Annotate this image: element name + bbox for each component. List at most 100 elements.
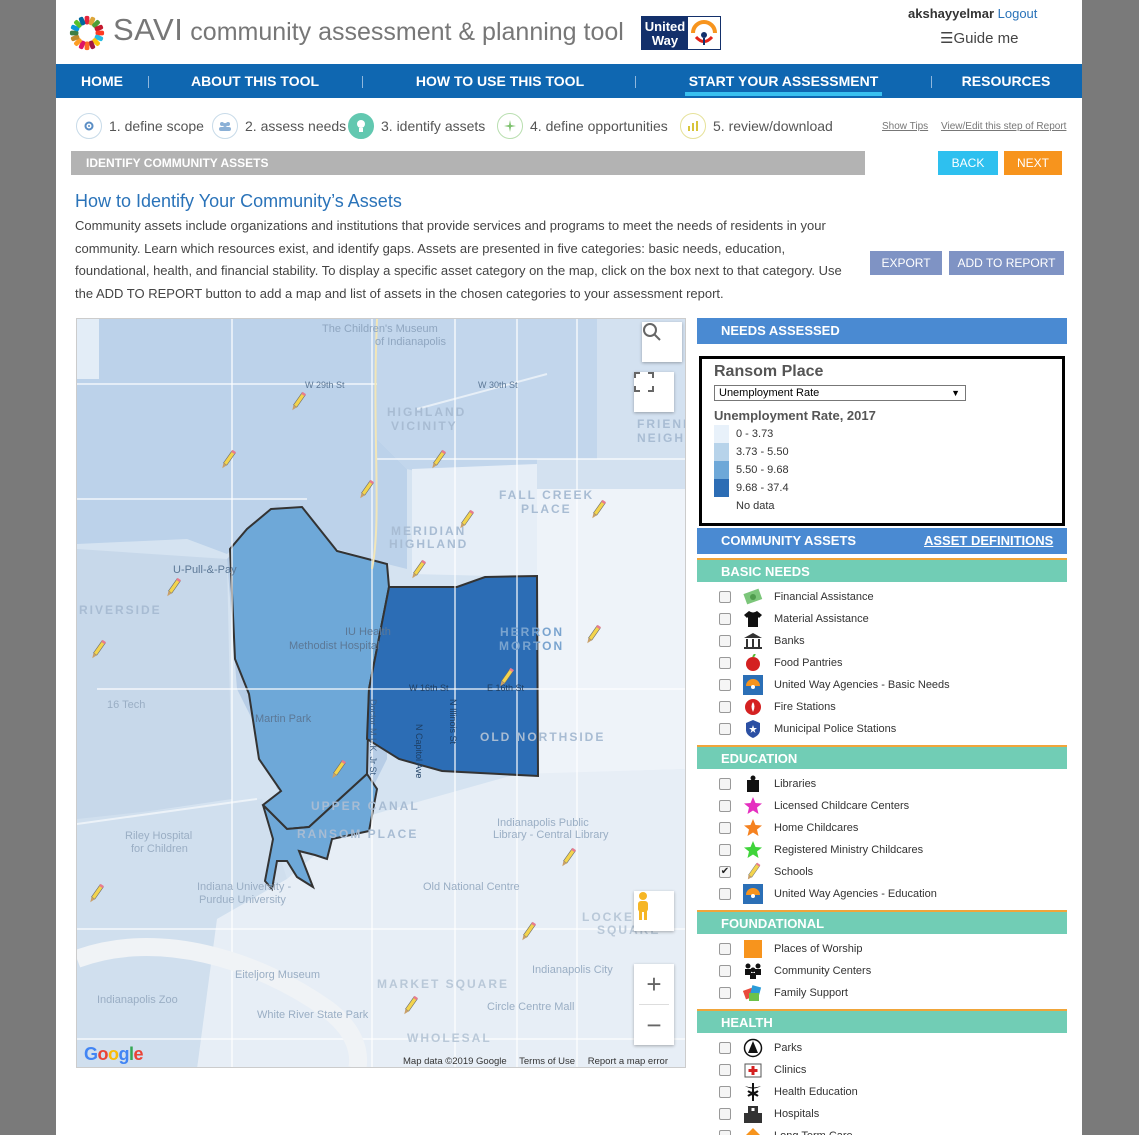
nav-resources[interactable]: RESOURCES: [960, 64, 1052, 98]
step-assess-needs[interactable]: 2. assess needs: [212, 113, 346, 139]
map-search-button[interactable]: [642, 322, 682, 362]
asset-checkbox[interactable]: [719, 1042, 731, 1054]
step-define-opportunities[interactable]: 4. define opportunities: [497, 113, 668, 139]
school-pencil-icon[interactable]: [427, 449, 449, 471]
asset-checkbox[interactable]: [719, 1086, 731, 1098]
school-pencil-icon[interactable]: [517, 921, 539, 943]
school-pencil-icon[interactable]: [495, 667, 517, 689]
asset-item[interactable]: Family Support: [719, 982, 848, 1004]
asset-checkbox[interactable]: [719, 679, 731, 691]
asset-item[interactable]: Material Assistance: [719, 608, 869, 630]
indicator-select-value: Unemployment Rate: [719, 387, 820, 399]
next-button[interactable]: NEXT: [1004, 151, 1062, 175]
united-way-logo[interactable]: United Way: [641, 16, 721, 50]
asset-checkbox[interactable]: [719, 778, 731, 790]
show-tips-link[interactable]: Show Tips: [882, 121, 928, 132]
school-pencil-icon[interactable]: [355, 479, 377, 501]
asset-item[interactable]: Hospitals: [719, 1103, 819, 1125]
asset-item[interactable]: ✔ Schools: [719, 861, 813, 883]
asset-item[interactable]: Banks: [719, 630, 805, 652]
zoom-control: + −: [634, 964, 674, 1045]
asset-item[interactable]: United Way Agencies - Education: [719, 883, 937, 905]
school-pencil-icon[interactable]: [327, 759, 349, 781]
step-identify-assets[interactable]: 3. identify assets: [348, 113, 485, 139]
asset-checkbox[interactable]: [719, 844, 731, 856]
asset-item[interactable]: Community Centers: [719, 960, 871, 982]
asset-item[interactable]: Food Pantries: [719, 652, 842, 674]
terms-of-use-link[interactable]: Terms of Use: [519, 1056, 575, 1067]
asset-checkbox[interactable]: [719, 1108, 731, 1120]
report-map-error-link[interactable]: Report a map error: [588, 1056, 668, 1067]
school-pencil-icon[interactable]: [455, 509, 477, 531]
nav-how-to-use[interactable]: HOW TO USE THIS TOOL: [408, 64, 592, 98]
export-button[interactable]: EXPORT: [870, 251, 942, 275]
school-pencil-icon[interactable]: [87, 639, 109, 661]
school-pencil-icon[interactable]: [287, 391, 309, 413]
site-title[interactable]: SAVI community assessment & planning too…: [113, 12, 624, 48]
asset-item[interactable]: Places of Worship: [719, 938, 862, 960]
asset-item[interactable]: Fire Stations: [719, 696, 836, 718]
indicator-select[interactable]: Unemployment Rate ▼: [714, 385, 966, 401]
school-pencil-icon[interactable]: [85, 883, 107, 905]
asset-item[interactable]: Health Education: [719, 1081, 858, 1103]
asset-item[interactable]: Municipal Police Stations: [719, 718, 896, 740]
asset-label: Financial Assistance: [774, 591, 874, 603]
worship-icon: [743, 939, 763, 959]
asset-checkbox[interactable]: [719, 613, 731, 625]
view-edit-report-link[interactable]: View/Edit this step of Report: [941, 121, 1066, 132]
school-pencil-icon[interactable]: [162, 577, 184, 599]
school-pencil-icon[interactable]: [217, 449, 239, 471]
legend-label: 3.73 - 5.50: [736, 446, 789, 458]
asset-checkbox[interactable]: ✔: [719, 866, 731, 878]
legend-place-name: Ransom Place: [714, 363, 824, 380]
zoom-in-button[interactable]: +: [634, 964, 674, 1004]
step-define-scope[interactable]: 1. define scope: [76, 113, 204, 139]
add-to-report-button[interactable]: ADD TO REPORT: [949, 251, 1064, 275]
asset-checkbox[interactable]: [719, 800, 731, 812]
school-pencil-icon[interactable]: [557, 847, 579, 869]
page: SAVI community assessment & planning too…: [56, 0, 1082, 1135]
fullscreen-button[interactable]: [634, 372, 674, 412]
nav-about[interactable]: ABOUT THIS TOOL: [186, 64, 324, 98]
asset-item[interactable]: Clinics: [719, 1059, 806, 1081]
asset-checkbox[interactable]: [719, 657, 731, 669]
united-way-mark-icon: [688, 17, 720, 49]
asset-item[interactable]: Home Childcares: [719, 817, 858, 839]
zoom-out-button[interactable]: −: [634, 1005, 674, 1045]
asset-item[interactable]: United Way Agencies - Basic Needs: [719, 674, 950, 696]
asset-item[interactable]: Parks: [719, 1037, 802, 1059]
legend-row: 9.68 - 37.4: [714, 479, 789, 497]
report-icon: [680, 113, 706, 139]
asset-item[interactable]: Libraries: [719, 773, 816, 795]
asset-checkbox[interactable]: [719, 1130, 731, 1135]
asset-item[interactable]: Financial Assistance: [719, 586, 874, 608]
asset-checkbox[interactable]: [719, 943, 731, 955]
caduceus-icon: [743, 1082, 763, 1102]
asset-definitions-link[interactable]: ASSET DEFINITIONS: [924, 528, 1053, 554]
asset-checkbox[interactable]: [719, 591, 731, 603]
user-area: akshayyelmar Logout: [908, 6, 1037, 21]
logout-link[interactable]: Logout: [998, 6, 1038, 21]
map-canvas[interactable]: [77, 319, 686, 1068]
school-pencil-icon[interactable]: [399, 995, 421, 1017]
school-pencil-icon[interactable]: [587, 499, 609, 521]
nav-home[interactable]: HOME: [66, 64, 138, 98]
step-review-download[interactable]: 5. review/download: [680, 113, 833, 139]
back-button[interactable]: BACK: [938, 151, 998, 175]
school-pencil-icon[interactable]: [582, 624, 604, 646]
asset-checkbox[interactable]: [719, 1064, 731, 1076]
map[interactable]: The Children's Museum of Indianapolis HI…: [76, 318, 686, 1068]
guide-me-link[interactable]: ☰Guide me: [940, 29, 1018, 47]
asset-item[interactable]: Registered Ministry Childcares: [719, 839, 923, 861]
asset-checkbox[interactable]: [719, 822, 731, 834]
asset-item[interactable]: Long Term Care: [719, 1125, 853, 1135]
asset-checkbox[interactable]: [719, 723, 731, 735]
asset-item[interactable]: Licensed Childcare Centers: [719, 795, 909, 817]
asset-checkbox[interactable]: [719, 965, 731, 977]
street-view-pegman[interactable]: [634, 891, 674, 931]
asset-checkbox[interactable]: [719, 701, 731, 713]
asset-checkbox[interactable]: [719, 635, 731, 647]
school-pencil-icon[interactable]: [407, 559, 429, 581]
asset-checkbox[interactable]: [719, 888, 731, 900]
asset-checkbox[interactable]: [719, 987, 731, 999]
